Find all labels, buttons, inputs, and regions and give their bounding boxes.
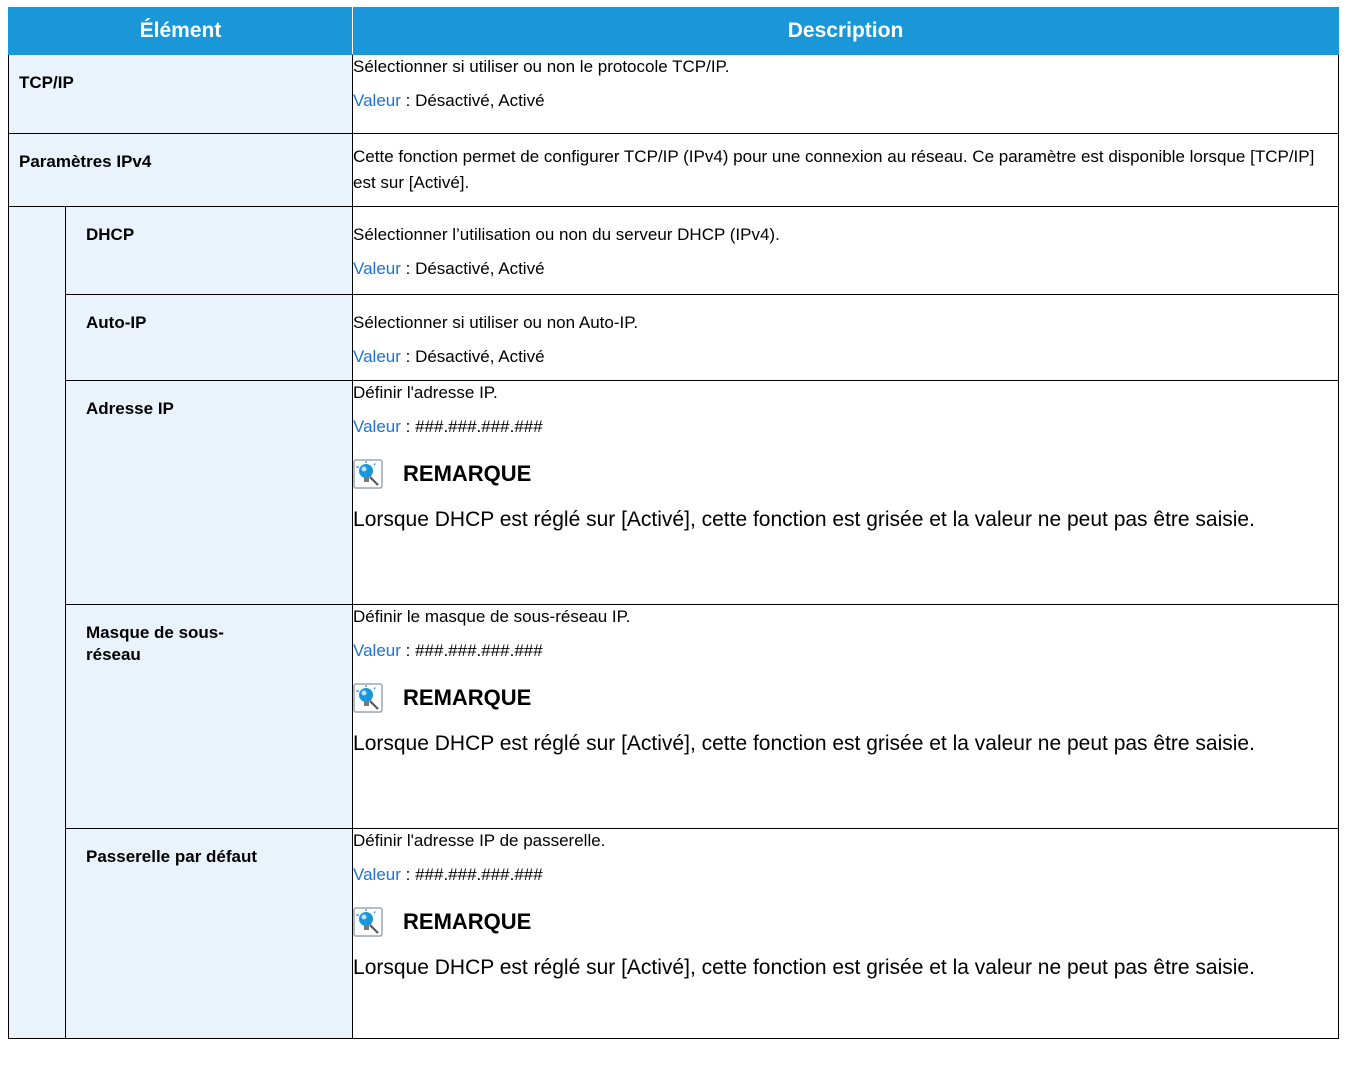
value-line: Valeur : ###.###.###.### bbox=[353, 639, 1338, 663]
desc-text: Sélectionner si utiliser ou non le proto… bbox=[353, 57, 730, 76]
value-sep: : bbox=[400, 91, 416, 110]
lightbulb-note-icon bbox=[353, 683, 383, 713]
value-key: Valeur bbox=[353, 865, 401, 884]
note-header: REMARQUE bbox=[353, 459, 1338, 489]
page: Élément Description TCP/IP Sélectionner … bbox=[0, 0, 1346, 1073]
row-desc-ipv4: Cette fonction permet de configurer TCP/… bbox=[352, 133, 1340, 207]
table-row: Adresse IP Définir l'adresse IP. Valeur … bbox=[9, 380, 1340, 605]
row-desc-subnetmask: Définir le masque de sous-réseau IP. Val… bbox=[352, 604, 1340, 829]
row-desc-dhcp: Sélectionner l’utilisation ou non du ser… bbox=[352, 206, 1340, 295]
desc-text: Sélectionner si utiliser ou non Auto-IP. bbox=[353, 313, 639, 332]
value-line: Valeur : Désactivé, Activé bbox=[353, 257, 1338, 281]
row-item-autoip: Auto-IP bbox=[64, 294, 354, 381]
row-item-ipaddress: Adresse IP bbox=[64, 380, 354, 605]
note-title: REMARQUE bbox=[403, 685, 532, 710]
item-label: Paramètres IPv4 bbox=[19, 152, 152, 171]
header-description: Description bbox=[352, 7, 1340, 55]
value-line: Valeur : ###.###.###.### bbox=[353, 863, 1338, 887]
lightbulb-note-icon bbox=[353, 459, 383, 489]
value-sep: : bbox=[400, 865, 416, 884]
desc-text: Cette fonction permet de configurer TCP/… bbox=[353, 147, 1315, 192]
item-label: DHCP bbox=[86, 225, 135, 244]
value-key: Valeur bbox=[353, 417, 401, 436]
value-text: ###.###.###.### bbox=[415, 641, 543, 660]
row-desc-ipaddress: Définir l'adresse IP. Valeur : ###.###.#… bbox=[352, 380, 1340, 605]
value-sep: : bbox=[400, 641, 416, 660]
row-item-dhcp: DHCP bbox=[64, 206, 354, 295]
row-item-tcpip: TCP/IP bbox=[7, 54, 354, 134]
value-text: Désactivé, Activé bbox=[415, 347, 545, 366]
value-key: Valeur bbox=[353, 641, 401, 660]
value-key: Valeur bbox=[353, 259, 401, 278]
note-title: REMARQUE bbox=[403, 461, 532, 486]
header-element: Élément bbox=[7, 7, 354, 55]
desc-text: Définir l'adresse IP. bbox=[353, 383, 498, 402]
table-row: Passerelle par défaut Définir l'adresse … bbox=[9, 828, 1340, 1039]
item-label: Adresse IP bbox=[86, 399, 174, 418]
item-label: Auto-IP bbox=[86, 313, 147, 332]
desc-text: Définir le masque de sous-réseau IP. bbox=[353, 607, 631, 626]
value-line: Valeur : Désactivé, Activé bbox=[353, 345, 1338, 369]
desc-text: Sélectionner l’utilisation ou non du ser… bbox=[353, 225, 780, 244]
table-row: Masque de sous-réseau Définir le masque … bbox=[9, 604, 1340, 829]
value-key: Valeur bbox=[353, 347, 401, 366]
note-title: REMARQUE bbox=[403, 909, 532, 934]
note-text: Lorsque DHCP est réglé sur [Activé], cet… bbox=[353, 732, 1255, 755]
item-label: TCP/IP bbox=[19, 73, 74, 92]
value-text: Désactivé, Activé bbox=[415, 91, 545, 110]
value-text: ###.###.###.### bbox=[415, 417, 543, 436]
note-header: REMARQUE bbox=[353, 683, 1338, 713]
settings-table: Élément Description TCP/IP Sélectionner … bbox=[7, 7, 1340, 1039]
value-text: ###.###.###.### bbox=[415, 865, 543, 884]
table-row: Paramètres IPv4 Cette fonction permet de… bbox=[7, 133, 1340, 207]
row-desc-autoip: Sélectionner si utiliser ou non Auto-IP.… bbox=[352, 294, 1340, 381]
row-item-subnetmask: Masque de sous-réseau bbox=[64, 604, 354, 829]
row-desc-gateway: Définir l'adresse IP de passerelle. Vale… bbox=[352, 828, 1340, 1039]
row-desc-tcpip: Sélectionner si utiliser ou non le proto… bbox=[352, 54, 1340, 134]
lightbulb-note-icon bbox=[353, 907, 383, 937]
value-sep: : bbox=[400, 259, 416, 278]
row-item-gateway: Passerelle par défaut bbox=[64, 828, 354, 1039]
note-header: REMARQUE bbox=[353, 907, 1338, 937]
value-key: Valeur bbox=[353, 91, 401, 110]
row-item-ipv4: Paramètres IPv4 bbox=[7, 133, 354, 207]
value-text: Désactivé, Activé bbox=[415, 259, 545, 278]
table-row: TCP/IP Sélectionner si utiliser ou non l… bbox=[7, 54, 1340, 134]
note-text: Lorsque DHCP est réglé sur [Activé], cet… bbox=[353, 508, 1255, 531]
value-sep: : bbox=[400, 347, 416, 366]
desc-text: Définir l'adresse IP de passerelle. bbox=[353, 831, 606, 850]
item-label: Masque de sous-réseau bbox=[86, 623, 224, 664]
item-label: Passerelle par défaut bbox=[86, 847, 258, 866]
value-line: Valeur : Désactivé, Activé bbox=[353, 89, 1338, 113]
value-sep: : bbox=[400, 417, 416, 436]
table-header-row: Élément Description bbox=[7, 7, 1340, 55]
table-row: DHCP Sélectionner l’utilisation ou non d… bbox=[8, 206, 1340, 1039]
note-text: Lorsque DHCP est réglé sur [Activé], cet… bbox=[353, 956, 1255, 979]
value-line: Valeur : ###.###.###.### bbox=[353, 415, 1338, 439]
indent-cell bbox=[8, 206, 66, 1039]
table-row: Auto-IP Sélectionner si utiliser ou non … bbox=[9, 294, 1340, 381]
